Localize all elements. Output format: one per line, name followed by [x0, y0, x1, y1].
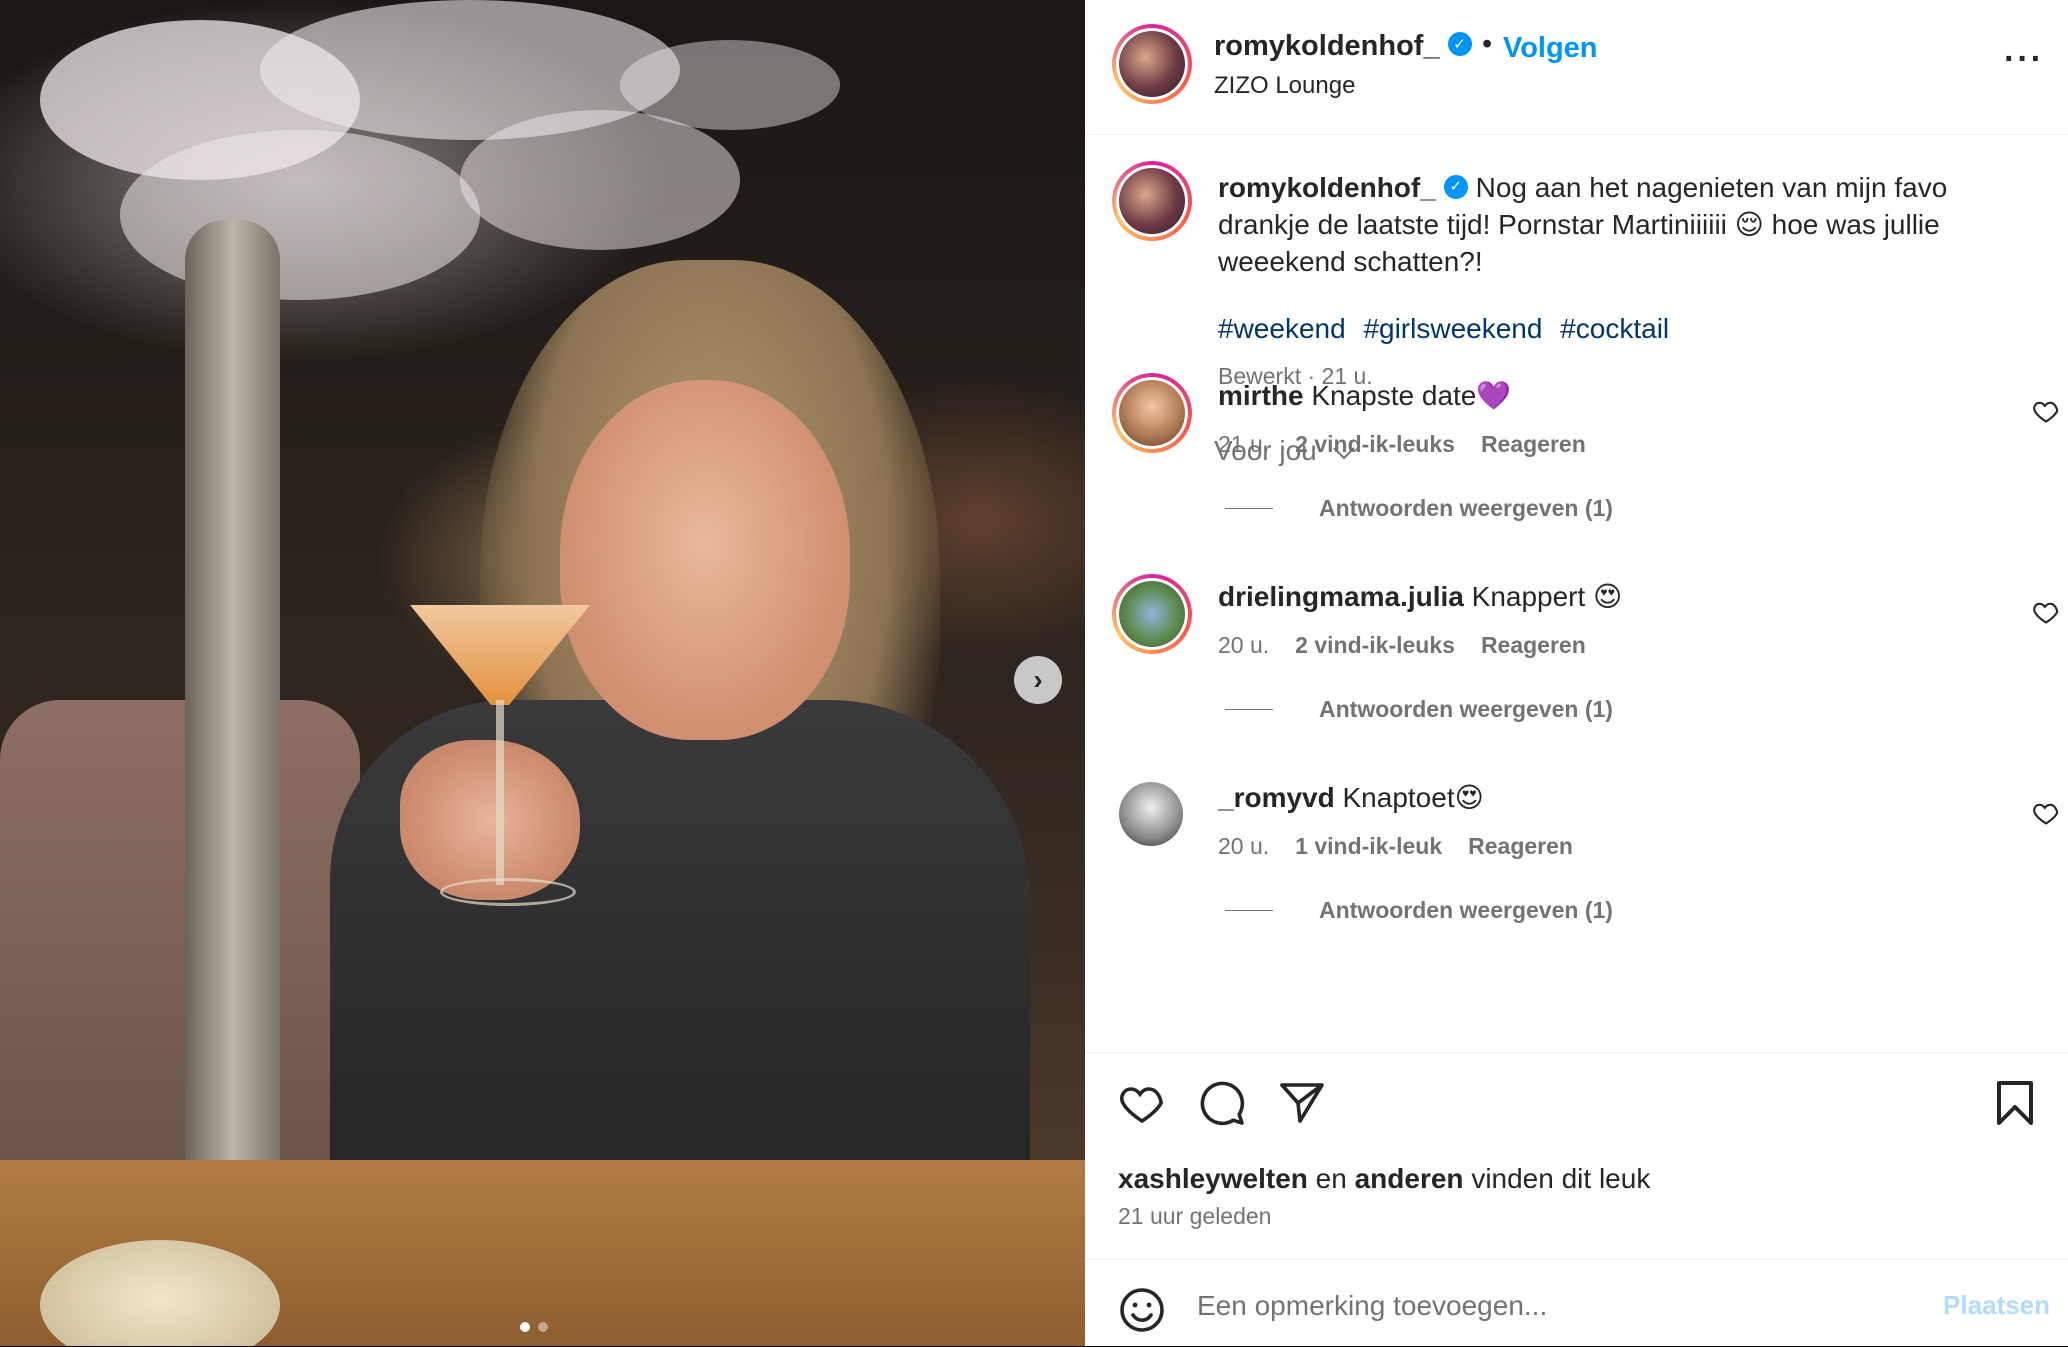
- likes-others[interactable]: anderen: [1355, 1163, 1464, 1194]
- author-username-text[interactable]: romykoldenhof_: [1214, 30, 1440, 62]
- verified-icon: ✓: [1443, 174, 1468, 199]
- comment-meta: 20 u. 2 vind-ik-leuks Reageren: [1218, 632, 1586, 659]
- carousel-dot: [520, 1322, 530, 1332]
- comment-text: _romyvd Knaptoet😍: [1218, 781, 1484, 814]
- comment-likes[interactable]: 1 vind-ik-leuk: [1295, 833, 1442, 860]
- follow-button[interactable]: Volgen: [1503, 32, 1598, 65]
- hashtags: #weekend #girlsweekend #cocktail: [1218, 313, 1679, 345]
- likes-joiner: en: [1315, 1163, 1347, 1194]
- post-header: romykoldenhof_ ✓ • Volgen ZIZO Lounge ···: [1085, 0, 2068, 135]
- comment-text: drielingmama.julia Knappert 😍: [1218, 580, 1622, 613]
- comment-time: 21 u.: [1218, 431, 1270, 457]
- comment-likes[interactable]: 2 vind-ik-leuks: [1295, 431, 1455, 458]
- verified-icon: ✓: [1447, 32, 1472, 57]
- hand: [400, 740, 580, 900]
- liker-username[interactable]: xashleywelten: [1118, 1163, 1308, 1194]
- view-replies-label: Antwoorden weergeven (1): [1319, 495, 1613, 521]
- action-bar: xashleywelten en anderen vinden dit leuk…: [1085, 1052, 2068, 1259]
- author-avatar[interactable]: [1112, 24, 1192, 104]
- comment-username[interactable]: mirthe: [1218, 380, 1304, 411]
- view-replies-button[interactable]: Antwoorden weergeven (1): [1225, 696, 1613, 723]
- hashtag-link[interactable]: #girlsweekend: [1363, 313, 1542, 344]
- comment-avatar[interactable]: [1119, 782, 1183, 846]
- like-heart-icon[interactable]: [1118, 1079, 1166, 1127]
- view-replies-label: Antwoorden weergeven (1): [1319, 696, 1613, 722]
- post-comment-button[interactable]: Plaatsen: [1943, 1290, 2050, 1321]
- comment-body: Knaptoet😍: [1342, 782, 1484, 813]
- comment-avatar[interactable]: [1112, 574, 1192, 654]
- comment-meta: 20 u. 1 vind-ik-leuk Reageren: [1218, 833, 1573, 860]
- comment-item: mirthe Knapste date💜 21 u. 2 vind-ik-leu…: [1085, 373, 2068, 579]
- glass-stem: [496, 700, 504, 885]
- carousel-dot: [538, 1322, 548, 1332]
- comment-item: _romyvd Knaptoet😍 20 u. 1 vind-ik-leuk R…: [1085, 781, 2068, 981]
- heart-icon[interactable]: [2032, 799, 2060, 827]
- face: [560, 380, 850, 740]
- comment-bubble-icon[interactable]: [1198, 1079, 1246, 1127]
- tree-trunk: [185, 220, 280, 1220]
- comment-username[interactable]: drielingmama.julia: [1218, 581, 1464, 612]
- comment-input[interactable]: [1195, 1280, 1879, 1332]
- heart-icon[interactable]: [2032, 397, 2060, 425]
- hashtag-link[interactable]: #weekend: [1218, 313, 1346, 344]
- comment-body: Knappert 😍: [1471, 581, 1623, 612]
- add-comment-bar: Plaatsen: [1085, 1259, 2068, 1347]
- comment-avatar[interactable]: [1112, 373, 1192, 453]
- emoji-icon[interactable]: [1118, 1286, 1166, 1334]
- carousel-next-button[interactable]: ›: [1014, 656, 1062, 704]
- caption-username[interactable]: romykoldenhof_: [1218, 172, 1436, 203]
- view-replies-button[interactable]: Antwoorden weergeven (1): [1225, 495, 1613, 522]
- glass-base: [440, 878, 576, 906]
- comment-text: mirthe Knapste date💜: [1218, 379, 1511, 412]
- chevron-right-icon: ›: [1033, 664, 1043, 695]
- carousel-dots: [520, 1322, 548, 1332]
- reply-button[interactable]: Reageren: [1481, 431, 1586, 458]
- reply-button[interactable]: Reageren: [1468, 833, 1573, 860]
- post-media[interactable]: ›: [0, 0, 1085, 1346]
- share-send-icon[interactable]: [1278, 1079, 1326, 1127]
- more-icon[interactable]: ···: [2004, 40, 2044, 79]
- view-replies-button[interactable]: Antwoorden weergeven (1): [1225, 897, 1613, 924]
- heart-icon[interactable]: [2032, 598, 2060, 626]
- hashtag-link[interactable]: #cocktail: [1560, 313, 1669, 344]
- reply-button[interactable]: Reageren: [1481, 632, 1586, 659]
- author-username[interactable]: romykoldenhof_ ✓: [1214, 30, 1472, 63]
- comment-meta: 21 u. 2 vind-ik-leuks Reageren: [1218, 431, 1586, 458]
- post-panel: romykoldenhof_ ✓ • Volgen ZIZO Lounge ···…: [1085, 0, 2068, 1346]
- comments-scroll-area[interactable]: romykoldenhof_ ✓ Nog aan het nagenieten v…: [1085, 135, 2068, 1050]
- comment-time: 20 u.: [1218, 632, 1270, 658]
- comment-username[interactable]: _romyvd: [1218, 782, 1335, 813]
- caption: romykoldenhof_ ✓ Nog aan het nagenieten v…: [1218, 169, 2008, 280]
- post-location[interactable]: ZIZO Lounge: [1214, 72, 1355, 100]
- header-separator: •: [1482, 28, 1493, 60]
- comment-time: 20 u.: [1218, 833, 1270, 859]
- comment-likes[interactable]: 2 vind-ik-leuks: [1295, 632, 1455, 659]
- bookmark-icon[interactable]: [1991, 1079, 2039, 1127]
- likes-summary: xashleywelten en anderen vinden dit leuk: [1118, 1163, 1650, 1195]
- post-timestamp[interactable]: 21 uur geleden: [1118, 1203, 1271, 1230]
- likes-suffix: vinden dit leuk: [1471, 1163, 1651, 1194]
- comment-body: Knapste date💜: [1311, 380, 1512, 411]
- view-replies-label: Antwoorden weergeven (1): [1319, 897, 1613, 923]
- comment-item: drielingmama.julia Knappert 😍 20 u. 2 vi…: [1085, 574, 2068, 780]
- booth-seat: [0, 700, 360, 1200]
- caption-avatar[interactable]: [1112, 161, 1192, 241]
